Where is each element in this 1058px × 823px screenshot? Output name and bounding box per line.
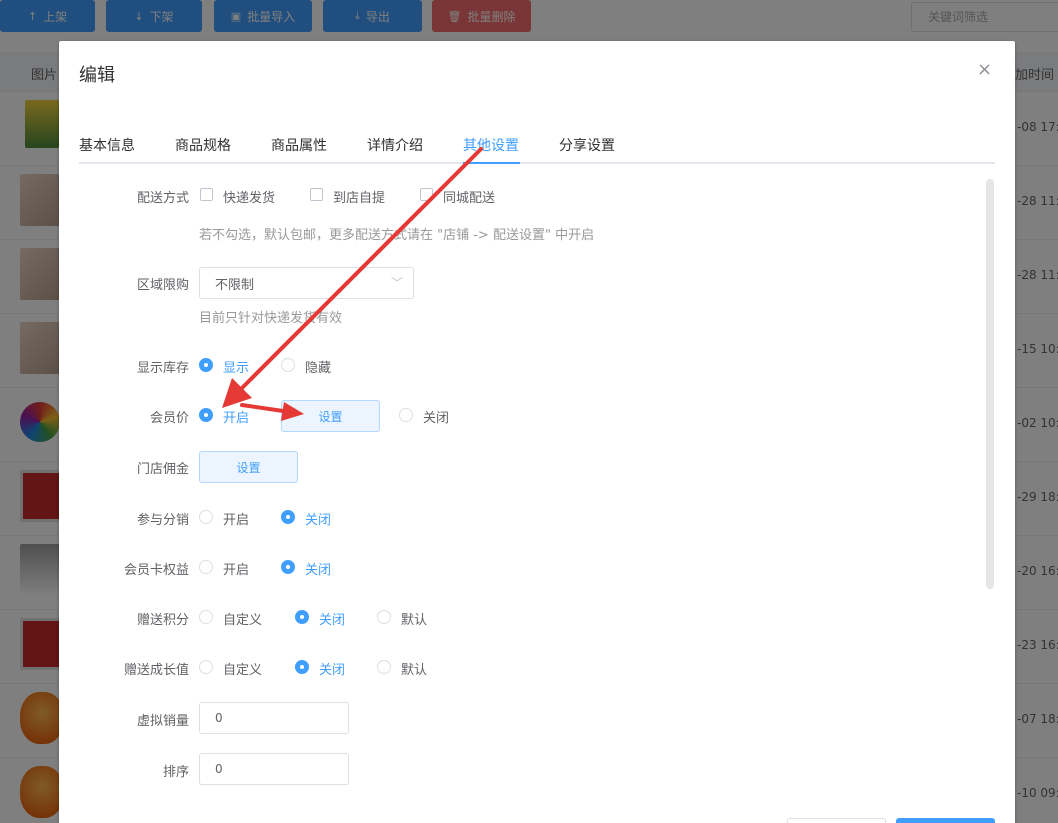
show-stock-label: 显示库存 xyxy=(136,361,189,376)
bonus-growth-off-label[interactable]: 关闭 xyxy=(319,659,345,678)
show-stock-hide-radio[interactable] xyxy=(281,358,295,372)
show-stock-show-radio[interactable] xyxy=(199,358,213,372)
tab-product-spec[interactable]: 商品规格 xyxy=(175,135,231,155)
bonus-points-off-radio[interactable] xyxy=(295,610,309,624)
region-limit-select[interactable]: 不限制 ﹀ xyxy=(199,267,414,299)
bonus-points-default-label[interactable]: 默认 xyxy=(401,609,427,628)
region-limit-value: 不限制 xyxy=(215,278,255,293)
bonus-points-off-label[interactable]: 关闭 xyxy=(319,609,345,628)
store-commission-set-button[interactable]: 设置 xyxy=(199,451,298,483)
member-price-label: 会员价 xyxy=(149,411,189,426)
region-limit-label: 区域限购 xyxy=(136,278,189,293)
virtual-sales-input[interactable]: 0 xyxy=(199,702,349,734)
show-stock-show-label[interactable]: 显示 xyxy=(223,357,249,376)
same-city-label[interactable]: 同城配送 xyxy=(443,187,495,206)
distribution-off-radio[interactable] xyxy=(281,510,295,524)
virtual-sales-label: 虚拟销量 xyxy=(136,714,189,729)
tab-share-settings[interactable]: 分享设置 xyxy=(559,135,615,155)
dialog-title: 编辑 xyxy=(79,65,115,86)
member-card-label: 会员卡权益 xyxy=(123,563,189,578)
distribution-label: 参与分销 xyxy=(136,513,189,528)
region-limit-hint: 目前只针对快递发货有效 xyxy=(199,311,343,326)
edit-dialog: 编辑 × 基本信息 商品规格 商品属性 详情介绍 其他设置 分享设置 配送方式 … xyxy=(59,41,1015,823)
tab-product-attr[interactable]: 商品属性 xyxy=(271,135,327,155)
express-checkbox[interactable] xyxy=(200,188,213,201)
distribution-on-label[interactable]: 开启 xyxy=(223,509,249,528)
close-icon[interactable]: × xyxy=(977,59,992,80)
member-price-set-button[interactable]: 设置 xyxy=(281,400,380,432)
member-price-on-label[interactable]: 开启 xyxy=(223,407,249,426)
confirm-button[interactable] xyxy=(896,818,995,823)
bonus-growth-default-radio[interactable] xyxy=(377,660,391,674)
distribution-on-radio[interactable] xyxy=(199,510,213,524)
chevron-down-icon: ﹀ xyxy=(390,276,403,290)
member-card-on-label[interactable]: 开启 xyxy=(223,559,249,578)
bonus-points-custom-label[interactable]: 自定义 xyxy=(223,609,262,628)
form-scrollbar[interactable] xyxy=(986,179,994,589)
bonus-points-custom-radio[interactable] xyxy=(199,610,213,624)
bonus-growth-default-label[interactable]: 默认 xyxy=(401,659,427,678)
sort-input[interactable]: 0 xyxy=(199,753,349,785)
active-tab-indicator xyxy=(463,162,520,164)
bonus-growth-off-radio[interactable] xyxy=(295,660,309,674)
show-stock-hide-label[interactable]: 隐藏 xyxy=(305,357,331,376)
bonus-points-label: 赠送积分 xyxy=(136,613,189,628)
tab-detail[interactable]: 详情介绍 xyxy=(367,135,423,155)
express-label[interactable]: 快递发货 xyxy=(223,187,275,206)
member-price-off-radio[interactable] xyxy=(399,408,413,422)
cancel-button[interactable] xyxy=(787,818,886,823)
member-card-off-radio[interactable] xyxy=(281,560,295,574)
tab-basic-info[interactable]: 基本信息 xyxy=(79,135,135,155)
tab-bar: 基本信息 商品规格 商品属性 详情介绍 其他设置 分享设置 xyxy=(79,127,995,164)
sort-label: 排序 xyxy=(162,765,189,780)
bonus-points-default-radio[interactable] xyxy=(377,610,391,624)
bonus-growth-custom-label[interactable]: 自定义 xyxy=(223,659,262,678)
delivery-hint: 若不勾选，默认包邮，更多配送方式请在 "店铺 -> 配送设置" 中开启 xyxy=(199,228,595,243)
bonus-growth-label: 赠送成长值 xyxy=(123,663,189,678)
tab-other-settings[interactable]: 其他设置 xyxy=(463,135,519,155)
member-card-off-label[interactable]: 关闭 xyxy=(305,559,331,578)
bonus-growth-custom-radio[interactable] xyxy=(199,660,213,674)
store-pickup-label[interactable]: 到店自提 xyxy=(333,187,385,206)
delivery-label: 配送方式 xyxy=(136,191,189,206)
same-city-checkbox[interactable] xyxy=(420,188,433,201)
store-pickup-checkbox[interactable] xyxy=(310,188,323,201)
distribution-off-label[interactable]: 关闭 xyxy=(305,509,331,528)
member-price-off-label[interactable]: 关闭 xyxy=(423,407,449,426)
store-commission-label: 门店佣金 xyxy=(136,462,189,477)
member-card-on-radio[interactable] xyxy=(199,560,213,574)
member-price-on-radio[interactable] xyxy=(199,408,213,422)
